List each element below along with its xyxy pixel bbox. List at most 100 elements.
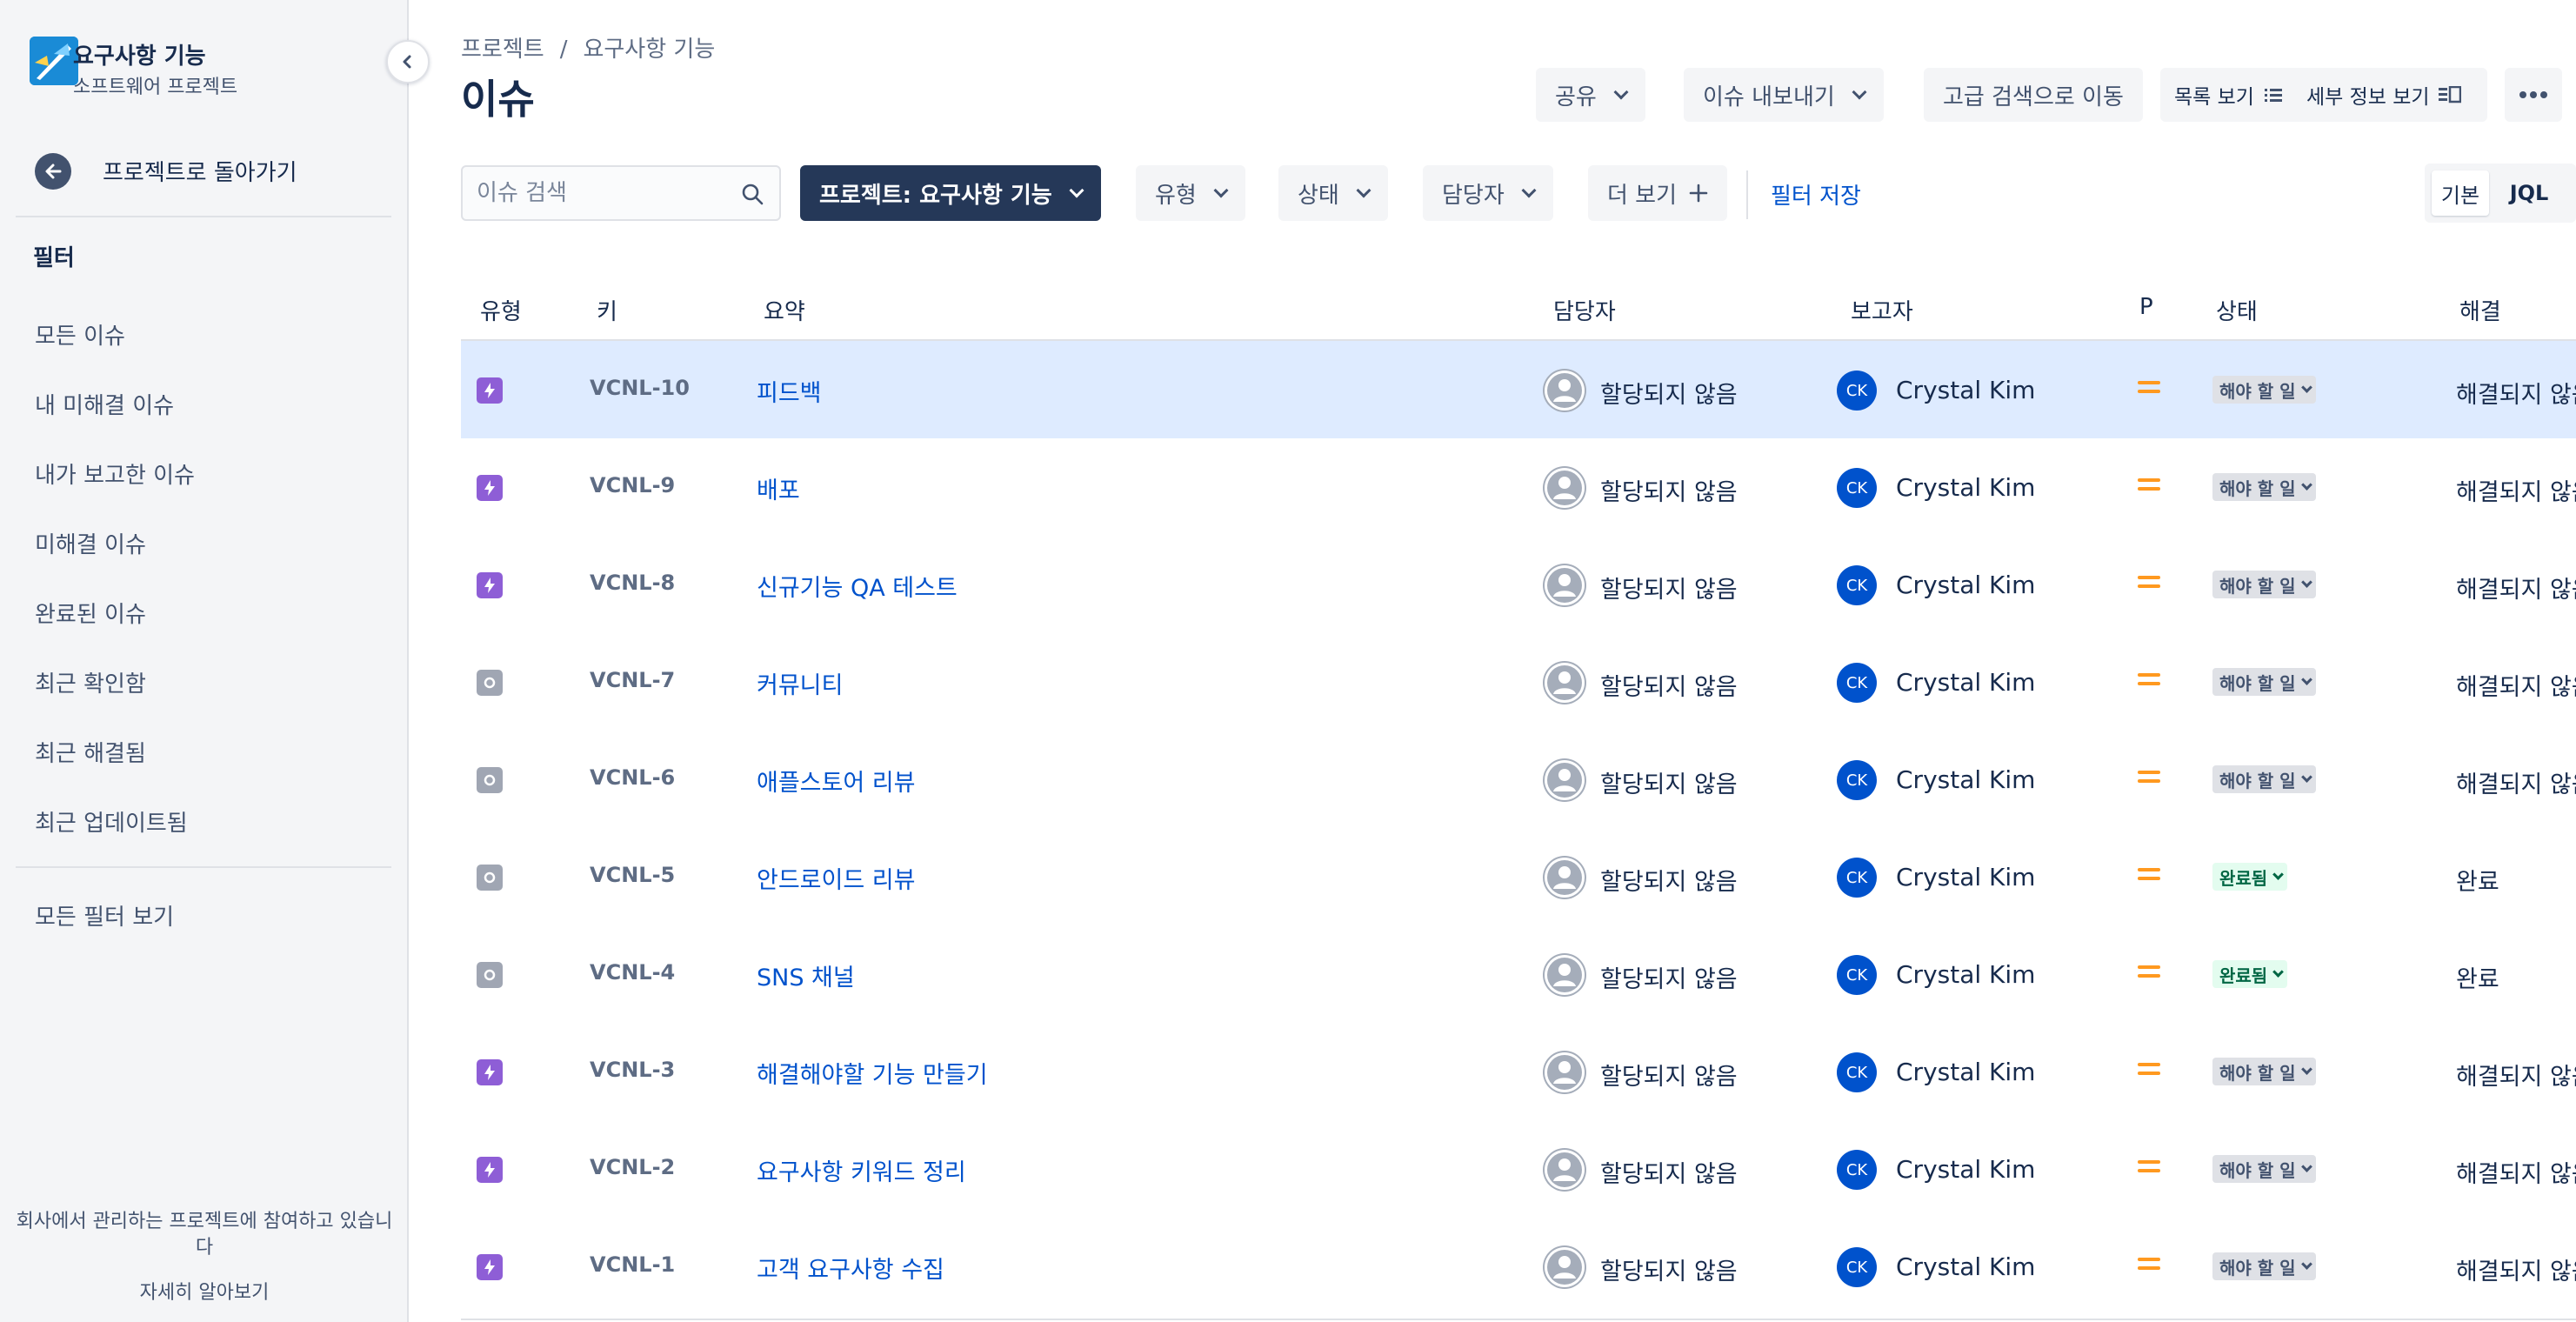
priority-medium-icon <box>2138 381 2160 397</box>
status-dropdown[interactable]: 해야 할 일 <box>2212 376 2316 404</box>
column-header-summary[interactable]: 요약 <box>764 294 805 326</box>
status-dropdown[interactable]: 해야 할 일 <box>2212 571 2316 598</box>
priority-medium-icon <box>2138 478 2160 494</box>
sidebar-item-my-open-issues[interactable]: 내 미해결 이슈 <box>35 388 174 420</box>
chevron-down-icon <box>2300 1064 2312 1075</box>
assignee-name: 할당되지 않음 <box>1600 869 1738 896</box>
story-icon <box>477 475 503 501</box>
assignee-name: 할당되지 않음 <box>1600 966 1738 993</box>
issue-summary-link[interactable]: 배포 <box>757 471 800 505</box>
table-row[interactable]: VCNL-4 SNS 채널 할당되지 않음 CK Crystal Kim 완료됨 완료 <box>461 925 2576 1023</box>
share-button[interactable]: 공유 <box>1536 68 1645 122</box>
status-filter-button[interactable]: 상태 <box>1278 165 1388 221</box>
breadcrumb-project[interactable]: 요구사항 기능 <box>583 37 715 63</box>
column-header-resolution[interactable]: 해결 <box>2459 294 2501 326</box>
status-dropdown[interactable]: 해야 할 일 <box>2212 1252 2316 1280</box>
status-dropdown[interactable]: 해야 할 일 <box>2212 473 2316 501</box>
table-row[interactable]: VCNL-6 애플스토어 리뷰 할당되지 않음 CK Crystal Kim 해야 할 일… <box>461 731 2576 828</box>
issue-key[interactable]: VCNL-5 <box>590 863 675 887</box>
assignee-filter-button[interactable]: 담당자 <box>1423 165 1553 221</box>
project-filter-button[interactable]: 프로젝트: 요구사항 기능 <box>800 165 1101 221</box>
project-header[interactable] <box>30 37 78 85</box>
issue-key[interactable]: VCNL-7 <box>590 668 675 692</box>
issue-key[interactable]: VCNL-3 <box>590 1058 675 1082</box>
breadcrumb-projects[interactable]: 프로젝트 <box>461 37 544 63</box>
sidebar-item-all-filters[interactable]: 모든 필터 보기 <box>35 899 174 931</box>
save-filter-link[interactable]: 필터 저장 <box>1771 178 1861 210</box>
status-dropdown[interactable]: 해야 할 일 <box>2212 765 2316 793</box>
reporter-name: Crystal Kim <box>1896 765 2036 794</box>
issue-summary-link[interactable]: 요구사항 키워드 정리 <box>757 1153 966 1187</box>
project-logo-icon <box>30 37 78 85</box>
table-row[interactable]: VCNL-3 해결해야할 기능 만들기 할당되지 않음 CK Crystal Kim 해야… <box>461 1023 2576 1120</box>
table-row[interactable]: VCNL-10 피드백 할당되지 않음 CK Crystal Kim 해야 할 일 해결되지… <box>461 341 2576 438</box>
more-filters-button[interactable]: 더 보기 <box>1588 165 1728 221</box>
status-dropdown[interactable]: 해야 할 일 <box>2212 668 2316 696</box>
status-dropdown[interactable]: 완료됨 <box>2212 863 2288 891</box>
status-dropdown[interactable]: 완료됨 <box>2212 960 2288 988</box>
issue-summary-link[interactable]: 신규기능 QA 테스트 <box>757 569 958 603</box>
issue-key[interactable]: VCNL-2 <box>590 1155 675 1179</box>
share-label: 공유 <box>1555 83 1597 110</box>
status-dropdown[interactable]: 해야 할 일 <box>2212 1155 2316 1183</box>
status-label: 해야 할 일 <box>2219 477 2296 499</box>
sidebar-item-recently-viewed[interactable]: 최근 확인함 <box>35 666 146 698</box>
issue-key[interactable]: VCNL-4 <box>590 960 675 985</box>
column-header-assignee[interactable]: 담당자 <box>1553 294 1616 326</box>
export-issues-button[interactable]: 이슈 내보내기 <box>1684 68 1884 122</box>
column-header-status[interactable]: 상태 <box>2216 294 2258 326</box>
back-to-project-label[interactable]: 프로젝트로 돌아가기 <box>103 155 297 187</box>
collapse-sidebar-button[interactable] <box>386 40 430 83</box>
sidebar-item-recently-resolved[interactable]: 최근 해결됨 <box>35 736 146 768</box>
detail-view-button[interactable]: 세부 정보 보기 <box>2306 80 2461 110</box>
sidebar-item-all-issues[interactable]: 모든 이슈 <box>35 318 125 351</box>
back-to-project-button[interactable] <box>35 153 71 190</box>
story-icon <box>477 572 503 598</box>
reporter-avatar: CK <box>1837 663 1877 703</box>
issue-summary-link[interactable]: SNS 채널 <box>757 958 855 992</box>
table-row[interactable]: VCNL-8 신규기능 QA 테스트 할당되지 않음 CK Crystal Kim 해야 … <box>461 536 2576 633</box>
more-actions-button[interactable] <box>2505 68 2562 122</box>
issue-search-input[interactable] <box>463 167 724 219</box>
table-row[interactable]: VCNL-9 배포 할당되지 않음 CK Crystal Kim 해야 할 일 해결되지 않… <box>461 438 2576 536</box>
issue-summary-link[interactable]: 피드백 <box>757 374 822 408</box>
column-header-reporter[interactable]: 보고자 <box>1851 294 1913 326</box>
issue-summary-link[interactable]: 커뮤니티 <box>757 666 843 700</box>
issue-key[interactable]: VCNL-1 <box>590 1252 675 1277</box>
sidebar-item-recently-updated[interactable]: 최근 업데이트됨 <box>35 805 188 838</box>
task-icon <box>477 962 503 988</box>
basic-mode-button[interactable]: 기본 <box>2432 170 2489 216</box>
resolution-text: 해결되지 않음 <box>2456 1064 2576 1091</box>
issue-summary-link[interactable]: 애플스토어 리뷰 <box>757 764 915 798</box>
table-row[interactable]: VCNL-5 안드로이드 리뷰 할당되지 않음 CK Crystal Kim 완료됨 완료 <box>461 828 2576 925</box>
issue-summary-link[interactable]: 해결해야할 기능 만들기 <box>757 1056 988 1090</box>
reporter-name: Crystal Kim <box>1896 1155 2036 1184</box>
table-row[interactable]: VCNL-7 커뮤니티 할당되지 않음 CK Crystal Kim 해야 할 일 해결되지… <box>461 633 2576 731</box>
issue-summary-link[interactable]: 안드로이드 리뷰 <box>757 861 915 895</box>
sidebar-item-done-issues[interactable]: 완료된 이슈 <box>35 597 146 629</box>
column-header-priority[interactable]: P <box>2139 294 2153 320</box>
story-icon <box>477 1059 503 1085</box>
jql-mode-button[interactable]: JQL <box>2498 170 2560 216</box>
story-icon <box>477 1254 503 1280</box>
type-filter-button[interactable]: 유형 <box>1136 165 1245 221</box>
issue-key[interactable]: VCNL-8 <box>590 571 675 595</box>
sidebar-item-open-issues[interactable]: 미해결 이슈 <box>35 527 146 559</box>
issue-key[interactable]: VCNL-9 <box>590 473 675 497</box>
reporter-avatar: CK <box>1837 565 1877 605</box>
learn-more-link[interactable]: 자세히 알아보기 <box>0 1280 409 1306</box>
column-header-key[interactable]: 키 <box>597 294 617 326</box>
table-row[interactable]: VCNL-1 고객 요구사항 수집 할당되지 않음 CK Crystal Kim 해야 할… <box>461 1218 2576 1315</box>
column-header-type[interactable]: 유형 <box>480 294 522 326</box>
status-label: 해야 할 일 <box>2219 1257 2296 1279</box>
sidebar-item-reported-by-me[interactable]: 내가 보고한 이슈 <box>35 457 195 490</box>
issue-key[interactable]: VCNL-6 <box>590 765 675 790</box>
issue-summary-link[interactable]: 고객 요구사항 수집 <box>757 1251 944 1285</box>
issue-key[interactable]: VCNL-10 <box>590 376 690 400</box>
status-dropdown[interactable]: 해야 할 일 <box>2212 1058 2316 1085</box>
advanced-search-button[interactable]: 고급 검색으로 이동 <box>1924 68 2143 122</box>
table-row[interactable]: VCNL-2 요구사항 키워드 정리 할당되지 않음 CK Crystal Kim 해야 … <box>461 1120 2576 1218</box>
status-label: 해야 할 일 <box>2219 770 2296 791</box>
list-view-button[interactable]: 목록 보기 <box>2174 80 2284 110</box>
breadcrumb: 프로젝트 / 요구사항 기능 <box>461 31 715 63</box>
